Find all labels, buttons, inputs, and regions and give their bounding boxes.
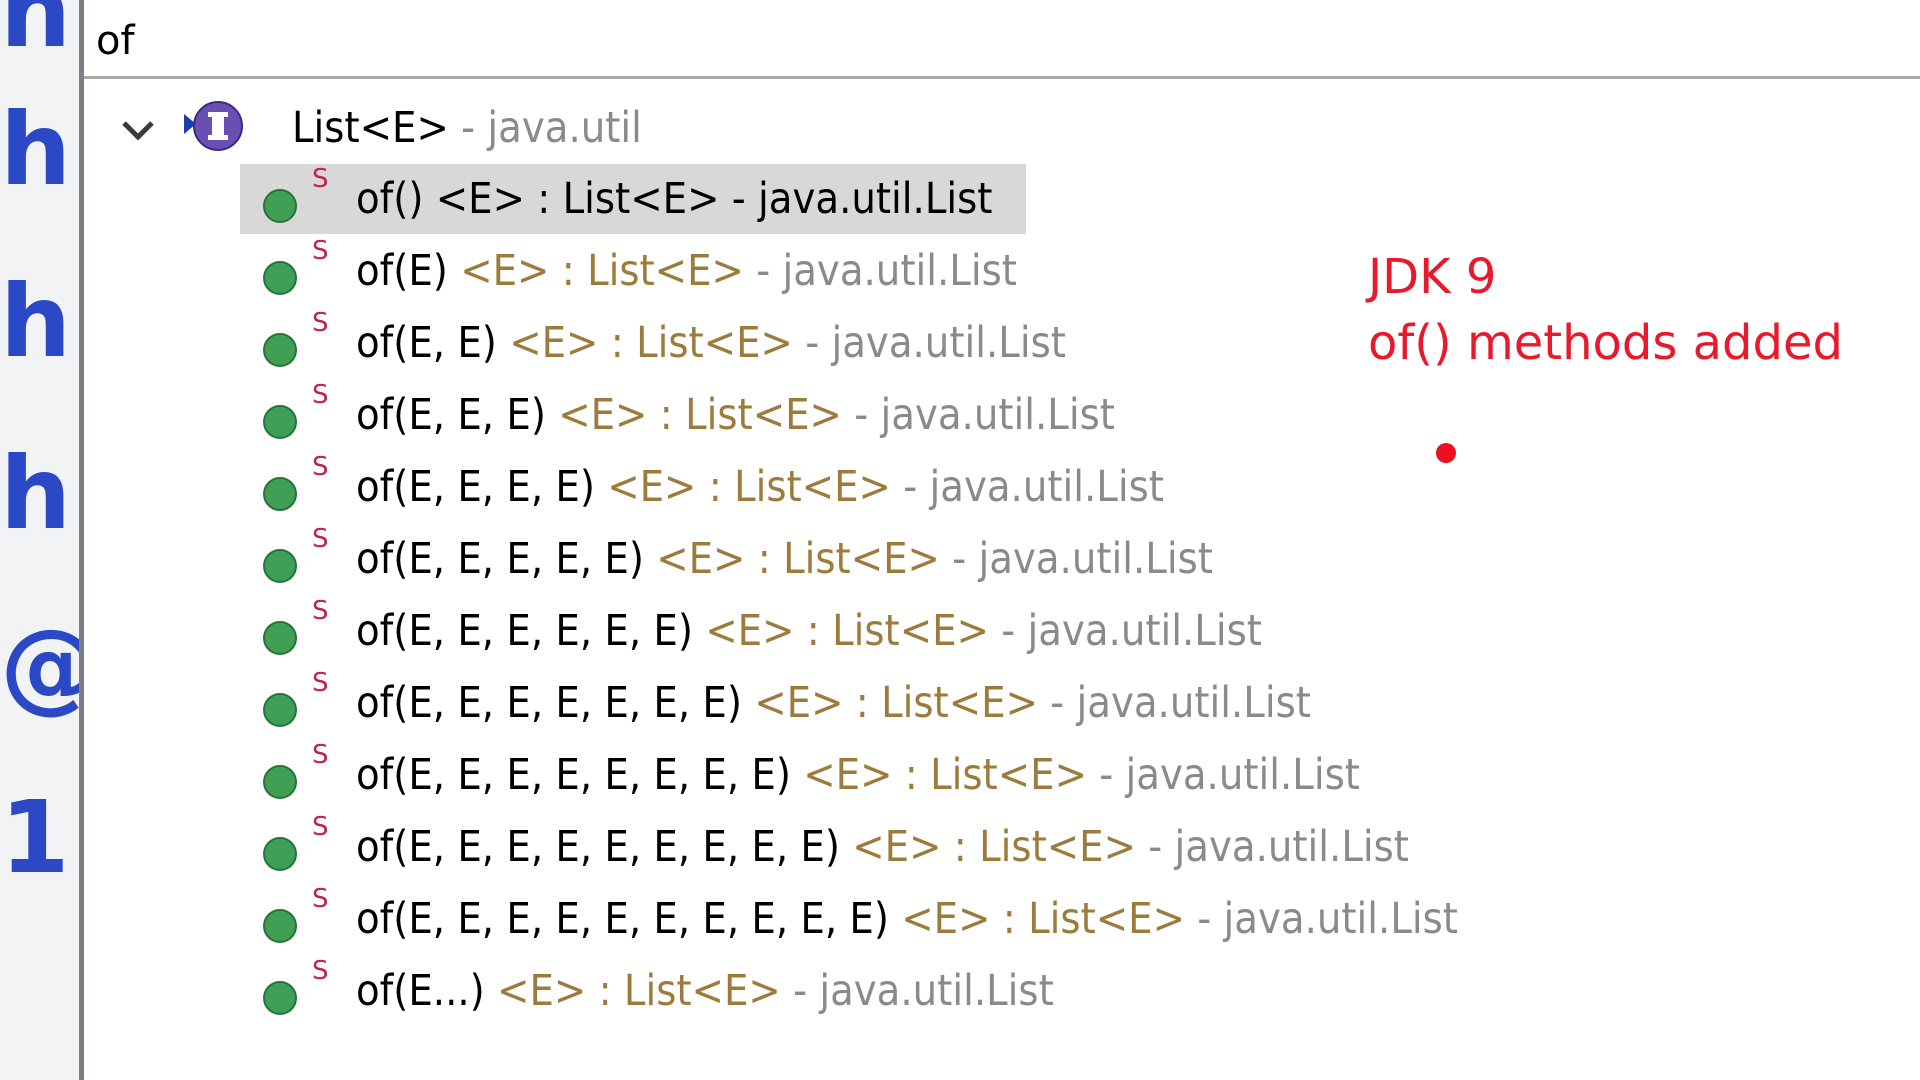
method-signature: of(E, E, E, E, E, E, E) — [356, 678, 742, 728]
method-return-type: <E> : List<E> — [741, 678, 1038, 728]
public-method-icon — [263, 405, 297, 439]
sash-divider[interactable] — [79, 0, 84, 1080]
gutter-glyph: h — [0, 91, 72, 208]
filter-input[interactable] — [84, 0, 1920, 79]
public-method-icon — [263, 693, 297, 727]
method-return-type: <E> : List<E> — [423, 174, 720, 224]
static-marker: S — [312, 812, 329, 842]
method-item[interactable]: S of(E, E, E) <E> : List<E> - java.util.… — [240, 380, 1140, 450]
method-signature: of(E, E, E) — [356, 390, 546, 440]
method-signature: of(E, E, E, E, E, E, E, E, E, E) — [356, 894, 889, 944]
method-return-type: <E> : List<E> — [839, 822, 1136, 872]
method-signature: of(E, E, E, E) — [356, 462, 595, 512]
method-item[interactable]: S of(E, E, E, E, E, E, E, E, E, E) <E> :… — [240, 884, 1458, 954]
method-return-type: <E> : List<E> — [888, 894, 1185, 944]
method-return-type: <E> : List<E> — [692, 606, 989, 656]
method-package: - java.util.List — [988, 606, 1262, 656]
method-signature: of(E) — [356, 246, 448, 296]
method-item[interactable]: S of(E, E, E, E, E) <E> : List<E> - java… — [240, 524, 1240, 594]
editor-gutter-left: h h h h @ 1 — [0, 0, 79, 1080]
chevron-down-icon[interactable] — [118, 110, 158, 150]
static-marker: S — [312, 236, 329, 266]
method-package: - java.util.List — [743, 246, 1017, 296]
method-return-type: <E> : List<E> — [643, 534, 940, 584]
gutter-glyph: @ — [0, 616, 79, 716]
public-method-icon — [263, 189, 297, 223]
method-package: - java.util.List — [890, 462, 1164, 512]
tree-node-type[interactable]: List<E> - java.util — [84, 92, 984, 162]
method-item[interactable]: S of(E, E, E, E) <E> : List<E> - java.ut… — [240, 452, 1164, 522]
method-item[interactable]: S of(E, E, E, E, E, E, E, E) <E> : List<… — [240, 740, 1360, 810]
static-marker: S — [312, 956, 329, 986]
static-marker: S — [312, 452, 329, 482]
method-return-type: <E> : List<E> — [790, 750, 1087, 800]
static-marker: S — [312, 668, 329, 698]
static-marker: S — [312, 308, 329, 338]
method-package: - java.util.List — [780, 966, 1054, 1016]
method-item[interactable]: S of(E, E, E, E, E, E, E) <E> : List<E> … — [240, 668, 1311, 738]
quick-outline-window: h h h h @ 1 List<E> - java.util — [0, 0, 1920, 1080]
public-method-icon — [263, 549, 297, 583]
static-marker: S — [312, 380, 329, 410]
static-marker: S — [312, 740, 329, 770]
method-package: - java.util.List — [1185, 894, 1458, 944]
annotation-line-1: JDK 9 — [1368, 249, 1497, 305]
method-return-type: <E> : List<E> — [496, 318, 793, 368]
public-method-icon — [263, 981, 297, 1015]
type-name: List<E> — [292, 103, 449, 153]
gutter-glyph: h — [0, 263, 72, 380]
static-marker: S — [312, 596, 329, 626]
method-item[interactable]: S of(E, E, E, E, E, E, E, E, E) <E> : Li… — [240, 812, 1409, 882]
static-marker: S — [312, 884, 329, 914]
method-package: - java.util.List — [792, 318, 1066, 368]
method-item[interactable]: S of() <E> : List<E> - java.util.List — [240, 164, 1140, 234]
method-package: - java.util.List — [719, 174, 993, 224]
gutter-glyph: 1 — [0, 779, 70, 896]
method-item[interactable]: S of(E) <E> : List<E> - java.util.List — [240, 236, 1140, 306]
public-method-icon — [263, 765, 297, 799]
method-package: - java.util.List — [939, 534, 1213, 584]
method-package: - java.util.List — [1086, 750, 1360, 800]
gutter-glyph: h — [0, 0, 72, 70]
public-method-icon — [263, 837, 297, 871]
method-item[interactable]: S of(E...) <E> : List<E> - java.util.Lis… — [240, 956, 1140, 1026]
method-return-type: <E> : List<E> — [545, 390, 842, 440]
public-method-icon — [263, 333, 297, 367]
method-signature: of(E, E, E, E, E, E) — [356, 606, 693, 656]
method-signature: of(E, E, E, E, E, E, E, E, E) — [356, 822, 840, 872]
method-item[interactable]: S of(E, E, E, E, E, E) <E> : List<E> - j… — [240, 596, 1262, 666]
method-item[interactable]: S of(E, E) <E> : List<E> - java.util.Lis… — [240, 308, 1140, 378]
public-method-icon — [263, 621, 297, 655]
method-package: - java.util.List — [1037, 678, 1311, 728]
method-return-type: <E> : List<E> — [447, 246, 744, 296]
method-signature: of() — [356, 174, 424, 224]
method-return-type: <E> : List<E> — [484, 966, 781, 1016]
public-method-icon — [263, 909, 297, 943]
public-method-icon — [263, 477, 297, 511]
public-method-icon — [263, 261, 297, 295]
method-package: - java.util.List — [841, 390, 1115, 440]
static-marker: S — [312, 164, 329, 194]
interface-icon — [184, 101, 243, 151]
method-signature: of(E, E, E, E, E) — [356, 534, 644, 584]
type-package: - java.util — [448, 103, 642, 153]
gutter-glyph: h — [0, 435, 72, 552]
annotation-note: JDK 9 of() methods added — [1368, 244, 1843, 376]
static-marker: S — [312, 524, 329, 554]
annotation-dot — [1436, 443, 1456, 463]
method-package: - java.util.List — [1136, 822, 1409, 872]
method-return-type: <E> : List<E> — [594, 462, 891, 512]
method-signature: of(E, E, E, E, E, E, E, E) — [356, 750, 791, 800]
method-signature: of(E...) — [356, 966, 485, 1016]
annotation-line-2: of() methods added — [1368, 315, 1843, 371]
method-signature: of(E, E) — [356, 318, 497, 368]
